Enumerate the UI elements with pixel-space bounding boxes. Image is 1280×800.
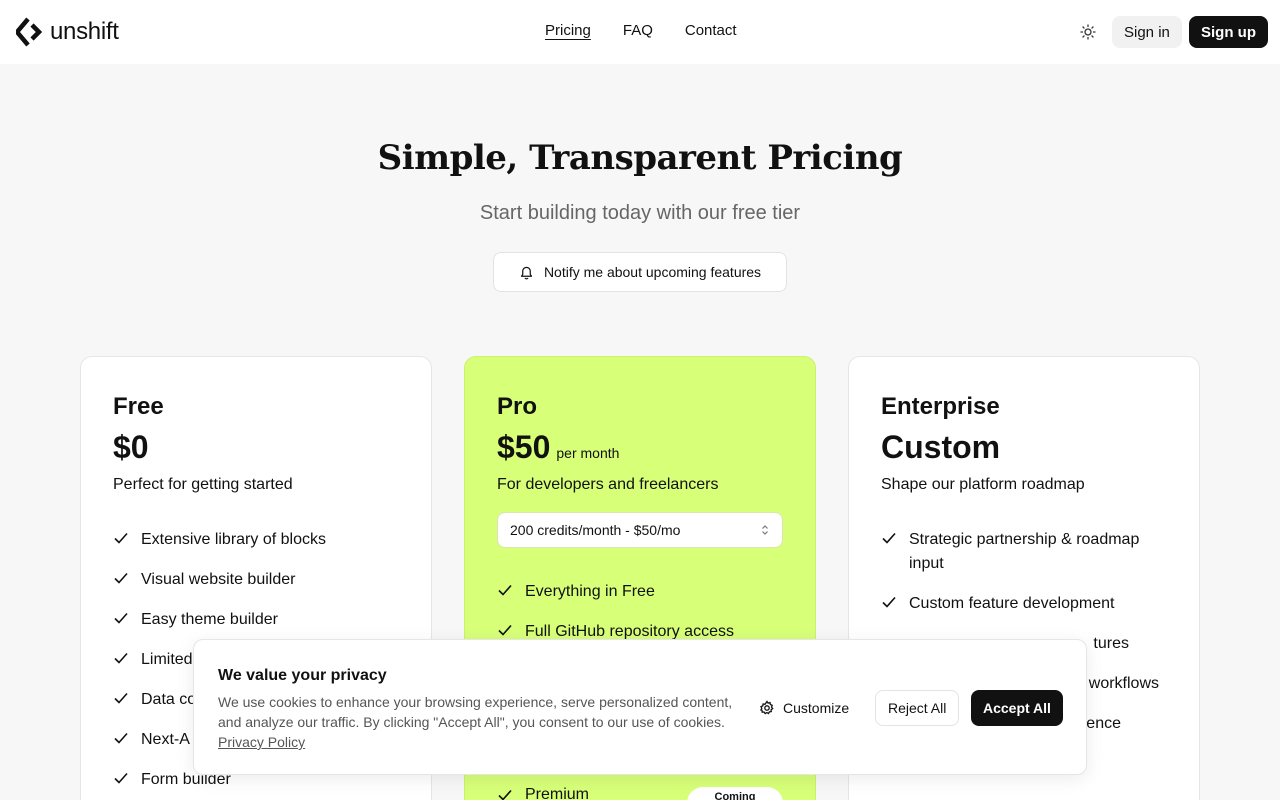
sign-up-button[interactable]: Sign up <box>1189 16 1268 48</box>
main-nav: Pricing FAQ Contact <box>545 22 769 39</box>
feature-item: Extensive library of blocks <box>113 528 399 552</box>
check-icon <box>498 624 512 636</box>
feature-item: Everything in Free <box>497 580 783 604</box>
plan-description: Shape our platform roadmap <box>881 476 1085 493</box>
accept-all-button[interactable]: Accept All <box>971 690 1063 726</box>
check-icon <box>498 789 512 800</box>
plan-price: $50 <box>497 429 551 465</box>
cookie-text: We use cookies to enhance your browsing … <box>218 692 738 752</box>
brand-name: unshift <box>50 18 119 45</box>
customize-label: Customize <box>783 700 850 716</box>
cookie-message: We use cookies to enhance your browsing … <box>218 694 733 730</box>
plan-description: For developers and freelancers <box>497 476 719 493</box>
check-icon <box>114 772 128 784</box>
price-row: $50 per month <box>497 429 783 466</box>
credits-select-value: 200 credits/month - $50/mo <box>510 522 681 538</box>
coming-badge: Coming <box>687 787 783 800</box>
check-icon <box>882 596 896 608</box>
page-subtitle: Start building today with our free tier <box>479 202 801 224</box>
feature-list: Everything in Free Full GitHub repositor… <box>497 580 783 644</box>
theme-toggle-button[interactable] <box>1076 20 1100 44</box>
check-icon <box>114 532 128 544</box>
credits-select[interactable]: 200 credits/month - $50/mo <box>497 512 783 548</box>
nav-link-faq[interactable]: FAQ <box>623 22 653 39</box>
nav-link-contact[interactable]: Contact <box>685 22 737 39</box>
chevron-up-down-icon <box>762 525 768 535</box>
plan-description: Perfect for getting started <box>113 476 293 493</box>
bell-icon <box>520 266 533 279</box>
plan-period: per month <box>556 445 620 461</box>
brand-logo[interactable]: unshift <box>16 17 119 47</box>
plan-price: Custom <box>881 429 1001 465</box>
feature-item: Visual website builder <box>113 568 399 592</box>
check-icon <box>882 532 896 544</box>
check-icon <box>114 572 128 584</box>
check-icon <box>114 732 128 744</box>
notify-label: Notify me about upcoming features <box>543 264 762 280</box>
plan-name: Free <box>113 393 164 420</box>
feature-item: Strategic partnership & roadmap input <box>881 528 1167 576</box>
page-title: Simple, Transparent Pricing <box>377 138 903 178</box>
sign-in-button[interactable]: Sign in <box>1112 16 1182 48</box>
feature-item: Premium <box>497 785 589 800</box>
check-icon <box>114 612 128 624</box>
feature-item: Custom feature development <box>881 592 1167 616</box>
customize-button[interactable]: Customize <box>757 692 849 724</box>
check-icon <box>114 652 128 664</box>
check-icon <box>114 692 128 704</box>
plan-name: Pro <box>497 393 538 420</box>
price-row: Custom <box>881 429 1167 466</box>
cookie-banner: We value your privacy We use cookies to … <box>193 639 1087 775</box>
nav-link-pricing[interactable]: Pricing <box>545 22 591 39</box>
cookie-title: We value your privacy <box>218 667 387 684</box>
sun-icon <box>1080 24 1096 40</box>
site-header: unshift Pricing FAQ Contact Sign in Sign… <box>0 0 1280 64</box>
plan-price: $0 <box>113 429 149 465</box>
feature-item: Easy theme builder <box>113 608 399 632</box>
plan-name: Enterprise <box>881 393 1000 420</box>
check-icon <box>498 584 512 596</box>
privacy-policy-link[interactable]: Privacy Policy <box>218 734 305 750</box>
notify-button[interactable]: Notify me about upcoming features <box>493 252 787 292</box>
logo-icon <box>16 17 43 47</box>
reject-all-button[interactable]: Reject All <box>875 690 960 726</box>
gear-icon <box>759 700 774 715</box>
price-row: $0 <box>113 429 399 466</box>
